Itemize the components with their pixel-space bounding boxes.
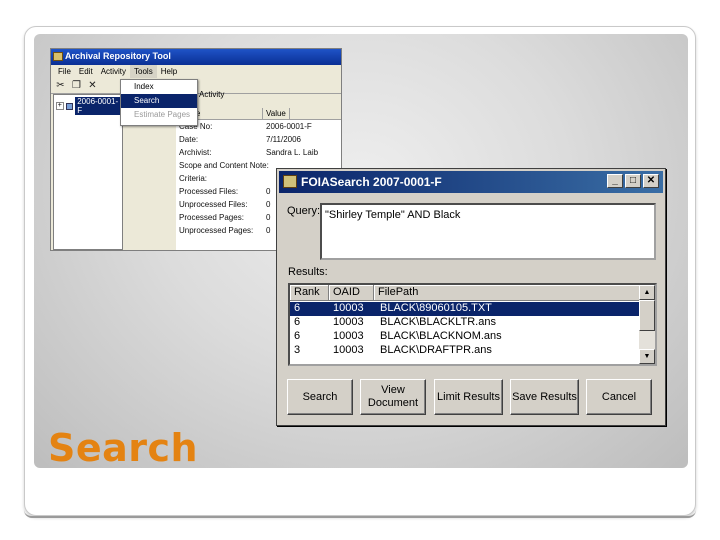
slide-title: Search xyxy=(48,426,199,470)
tools-menu-dropdown: Index Search Estimate Pages xyxy=(120,79,198,126)
query-label: Query: xyxy=(287,205,321,217)
foia-dialog-titlebar[interactable]: FOIASearch 2007-0001-F _ □ ✕ xyxy=(279,171,663,193)
scroll-down-icon[interactable]: ▼ xyxy=(639,349,655,364)
folder-icon xyxy=(65,102,74,110)
archival-window-titlebar[interactable]: Archival Repository Tool xyxy=(51,49,341,65)
save-results-button[interactable]: Save Results xyxy=(510,379,579,415)
table-row[interactable]: 3 10003 BLACK\DRAFTPR.ans xyxy=(290,344,643,358)
property-row: Archivist: Sandra L. Laib xyxy=(179,148,319,157)
menu-item-estimate-pages: Estimate Pages xyxy=(134,110,191,119)
cancel-button[interactable]: Cancel xyxy=(586,379,652,415)
column-rank[interactable]: Rank xyxy=(290,285,329,301)
properties-header: Name Value xyxy=(176,108,341,120)
scroll-thumb[interactable] xyxy=(639,300,655,331)
menu-item-search[interactable]: Search xyxy=(121,94,197,108)
slide: Archival Repository Tool File Edit Activ… xyxy=(0,0,720,540)
results-header: Rank OAID FilePath xyxy=(290,285,643,301)
foia-search-dialog: FOIASearch 2007-0001-F _ □ ✕ Query: "Shi… xyxy=(276,168,666,426)
property-row: Case No: 2006-0001-F xyxy=(179,122,312,131)
delete-icon[interactable]: ✕ xyxy=(86,79,99,92)
menu-help[interactable]: Help xyxy=(157,65,181,78)
search-button[interactable]: Search xyxy=(287,379,353,415)
archival-window-title: Archival Repository Tool xyxy=(65,51,171,61)
view-document-button[interactable]: View Document xyxy=(360,379,426,415)
copy-icon[interactable]: ❐ xyxy=(70,79,83,92)
column-oaid[interactable]: OAID xyxy=(329,285,374,301)
app-icon xyxy=(283,175,297,188)
column-value[interactable]: Value xyxy=(263,108,290,119)
expand-icon[interactable]: + xyxy=(56,102,64,110)
results-scrollbar[interactable]: ▲ ▼ xyxy=(639,285,655,364)
maximize-button[interactable]: □ xyxy=(625,174,641,188)
column-filepath[interactable]: FilePath xyxy=(374,285,643,301)
view-document-label-line2: Document xyxy=(367,397,419,409)
case-tree[interactable]: + 2006-0001-F xyxy=(53,94,123,250)
window-controls: _ □ ✕ xyxy=(607,174,659,188)
menu-file[interactable]: File xyxy=(54,65,75,78)
menu-item-index[interactable]: Index xyxy=(121,80,197,94)
close-button[interactable]: ✕ xyxy=(643,174,659,188)
menu-tools[interactable]: Tools xyxy=(130,65,157,78)
menu-edit[interactable]: Edit xyxy=(75,65,97,78)
scroll-up-icon[interactable]: ▲ xyxy=(639,285,655,300)
cut-icon[interactable]: ✂ xyxy=(54,79,67,92)
archival-menubar: File Edit Activity Tools Help xyxy=(51,65,341,78)
limit-results-button[interactable]: Limit Results xyxy=(434,379,503,415)
results-table[interactable]: Rank OAID FilePath 6 10003 BLACK\89060105.… xyxy=(288,283,657,366)
tree-node[interactable]: + 2006-0001-F xyxy=(56,97,123,115)
table-row[interactable]: 6 10003 BLACK\89060105.TXT xyxy=(290,302,643,316)
tree-node-label: 2006-0001-F xyxy=(75,97,123,115)
foia-dialog-title: FOIASearch 2007-0001-F xyxy=(301,175,442,189)
minimize-button[interactable]: _ xyxy=(607,174,623,188)
view-document-label-line1: View xyxy=(381,384,405,396)
menu-activity[interactable]: Activity xyxy=(97,65,130,78)
table-row[interactable]: 6 10003 BLACK\BLACKNOM.ans xyxy=(290,330,643,344)
query-input[interactable]: "Shirley Temple" AND Black xyxy=(320,203,656,260)
property-row: Date: 7/11/2006 xyxy=(179,135,301,144)
results-label: Results: xyxy=(288,266,328,278)
slide-bottom-rule xyxy=(24,510,696,518)
app-icon xyxy=(53,52,63,61)
table-row[interactable]: 6 10003 BLACK\BLACKLTR.ans xyxy=(290,316,643,330)
